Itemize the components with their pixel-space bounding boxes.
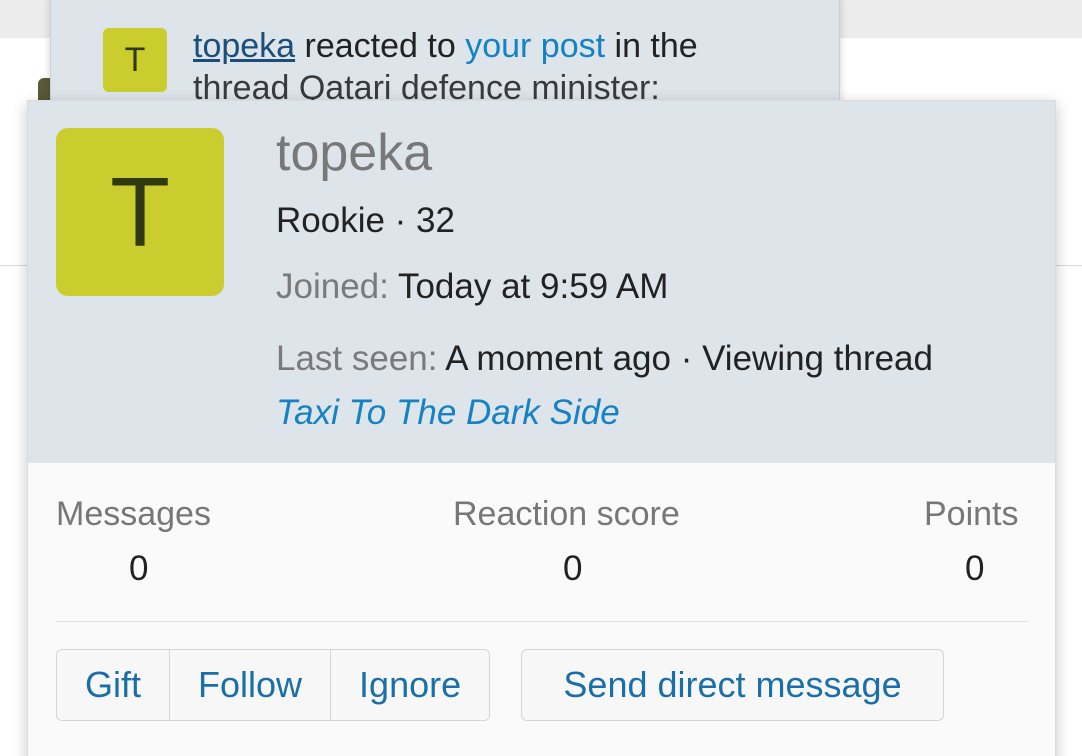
alert-avatar[interactable]: T (103, 28, 167, 92)
stat-reaction-score-value: 0 (563, 549, 583, 588)
member-card-header: T topeka Rookie · 32 Joined: Today at 9:… (28, 101, 1055, 463)
alert-user-link[interactable]: topeka (193, 27, 295, 65)
alert-text-mid: reacted to (295, 27, 466, 65)
ignore-button[interactable]: Ignore (330, 650, 490, 720)
joined-label: Joined: (276, 267, 389, 306)
joined-info: Joined: Today at 9:59 AM (276, 267, 668, 307)
joined-value: Today at 9:59 AM (397, 267, 669, 306)
thread-link[interactable]: Taxi To The Dark Side (276, 393, 620, 432)
alert-text: topeka reacted to your post in the threa… (193, 25, 813, 109)
follow-button[interactable]: Follow (169, 650, 331, 720)
gift-button[interactable]: Gift (57, 650, 170, 720)
user-title: Rookie · 32 (276, 201, 455, 240)
stat-messages-value: 0 (129, 549, 149, 588)
alert-post-link[interactable]: your post (465, 27, 605, 65)
username[interactable]: topeka (276, 123, 432, 183)
last-seen-value: A moment ago · Viewing thread (445, 339, 933, 378)
alert-text-end: in the (605, 27, 698, 65)
member-actions-group: Gift Follow Ignore (56, 649, 491, 721)
stat-points-label: Points (924, 495, 1019, 533)
stat-messages-label: Messages (56, 495, 211, 533)
last-seen-label: Last seen: (276, 339, 438, 378)
member-tooltip-card: T topeka Rookie · 32 Joined: Today at 9:… (27, 100, 1056, 756)
send-direct-message-button[interactable]: Send direct message (521, 649, 944, 721)
last-seen-info: Last seen: A moment ago · Viewing thread… (276, 332, 1046, 440)
stat-reaction-score-label: Reaction score (453, 495, 680, 533)
card-divider (56, 621, 1028, 622)
screen: T topeka reacted to your post in the thr… (0, 0, 1082, 756)
avatar[interactable]: T (56, 128, 224, 296)
stat-points-value: 0 (965, 549, 985, 588)
